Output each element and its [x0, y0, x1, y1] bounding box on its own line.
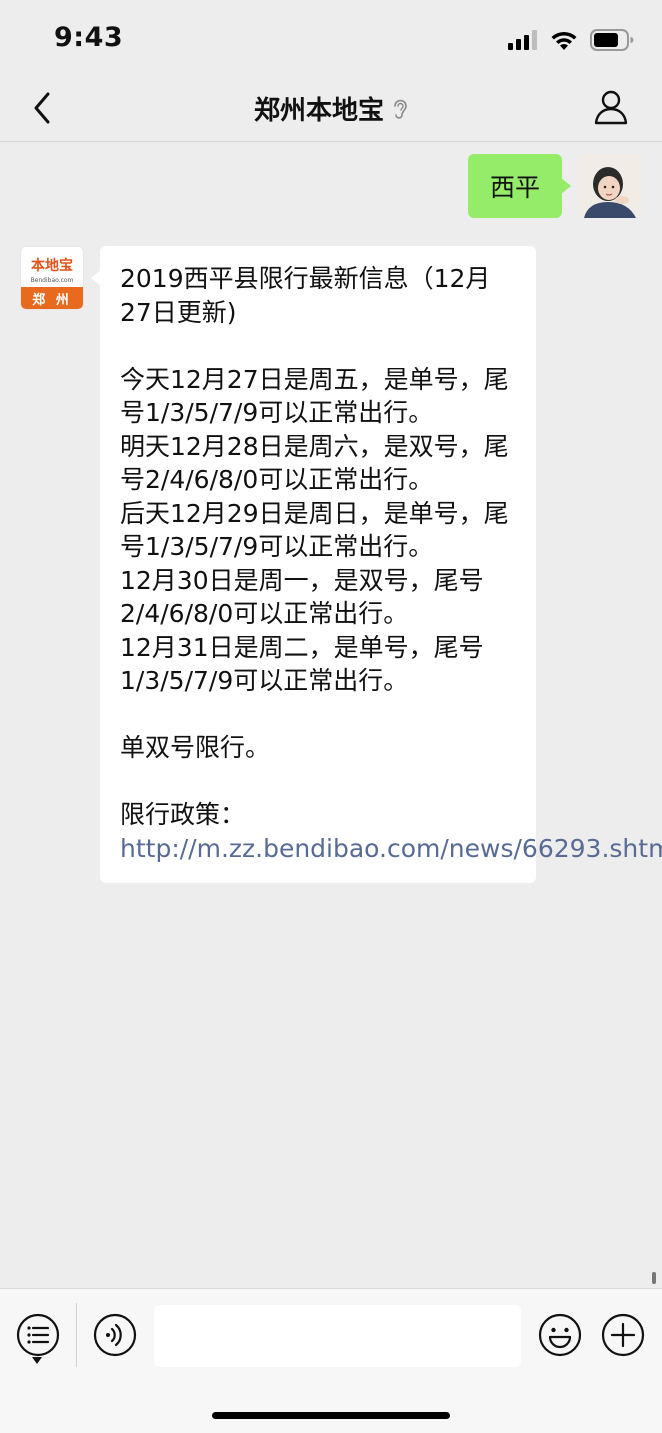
- reply-line: 明天12月28日是周六，是双号，尾号2/4/6/8/0可以正常出行。: [120, 431, 509, 495]
- battery-icon: [590, 29, 634, 51]
- wifi-icon: [551, 31, 577, 50]
- reply-line: 今天12月27日是周五，是单号，尾号1/3/5/7/9可以正常出行。: [120, 364, 509, 428]
- bot-avatar-logo-text: 本地宝: [31, 258, 73, 274]
- bot-avatar-logo-url: Bendibao.com: [30, 277, 74, 284]
- chat-title: 郑州本地宝: [253, 96, 384, 126]
- voice-button[interactable]: [93, 1313, 137, 1357]
- reply-line: 后天12月29日是周日，是单号，尾号1/3/5/7/9可以正常出行。: [120, 498, 509, 562]
- cellular-signal-icon: [508, 30, 537, 50]
- menu-icon: [16, 1313, 60, 1357]
- sent-message-bubble[interactable]: 西平: [467, 154, 572, 218]
- more-button[interactable]: [601, 1313, 645, 1357]
- message-input[interactable]: [154, 1305, 521, 1367]
- emoji-button[interactable]: [538, 1313, 582, 1357]
- sent-message-row: 西平: [467, 154, 642, 218]
- nav-header: 郑州本地宝: [0, 76, 662, 142]
- user-avatar[interactable]: [578, 154, 642, 218]
- status-bar: 9:43: [0, 0, 662, 76]
- chat-title-wrap: 郑州本地宝: [254, 90, 408, 127]
- reply-line: 12月31日是周二，是单号，尾号1/3/5/7/9可以正常出行。: [120, 632, 484, 696]
- status-icons: [508, 26, 634, 54]
- reply-title: 2019西平县限行最新信息（12月27日更新): [120, 264, 491, 327]
- scrollbar[interactable]: [652, 1272, 656, 1284]
- policy-label: 限行政策：: [120, 800, 246, 829]
- user-avatar-photo-icon: [578, 154, 642, 218]
- menu-button[interactable]: [16, 1313, 60, 1357]
- person-icon: [594, 90, 628, 125]
- policy-link[interactable]: http://m.zz.bendibao.com/news/66293.shtm: [120, 834, 662, 863]
- toolbar-divider: [76, 1303, 77, 1367]
- chat-area[interactable]: 西平 本地宝 Bendibao.com 郑 州 2019西平县限行最新信息（12…: [0, 142, 662, 1288]
- bot-avatar-logo-city: 郑 州: [21, 287, 83, 309]
- emoji-icon: [538, 1313, 582, 1357]
- voice-icon: [93, 1313, 137, 1357]
- sent-message-text: 西平: [489, 173, 540, 202]
- home-indicator[interactable]: [212, 1412, 450, 1419]
- reply-line: 12月30日是周一，是双号，尾号2/4/6/8/0可以正常出行。: [120, 565, 484, 629]
- received-message-bubble[interactable]: 2019西平县限行最新信息（12月27日更新) 今天12月27日是周五，是单号，…: [91, 246, 662, 883]
- received-message-row: 本地宝 Bendibao.com 郑 州 2019西平县限行最新信息（12月27…: [20, 246, 662, 883]
- caret-down-icon: [32, 1357, 42, 1364]
- ear-icon: [394, 99, 407, 119]
- profile-button[interactable]: [592, 88, 630, 126]
- status-time: 9:43: [54, 22, 124, 53]
- reply-summary: 单双号限行。: [120, 733, 271, 762]
- chat-title-container: 郑州本地宝: [0, 90, 662, 127]
- plus-icon: [601, 1313, 645, 1357]
- bot-avatar[interactable]: 本地宝 Bendibao.com 郑 州: [20, 246, 84, 310]
